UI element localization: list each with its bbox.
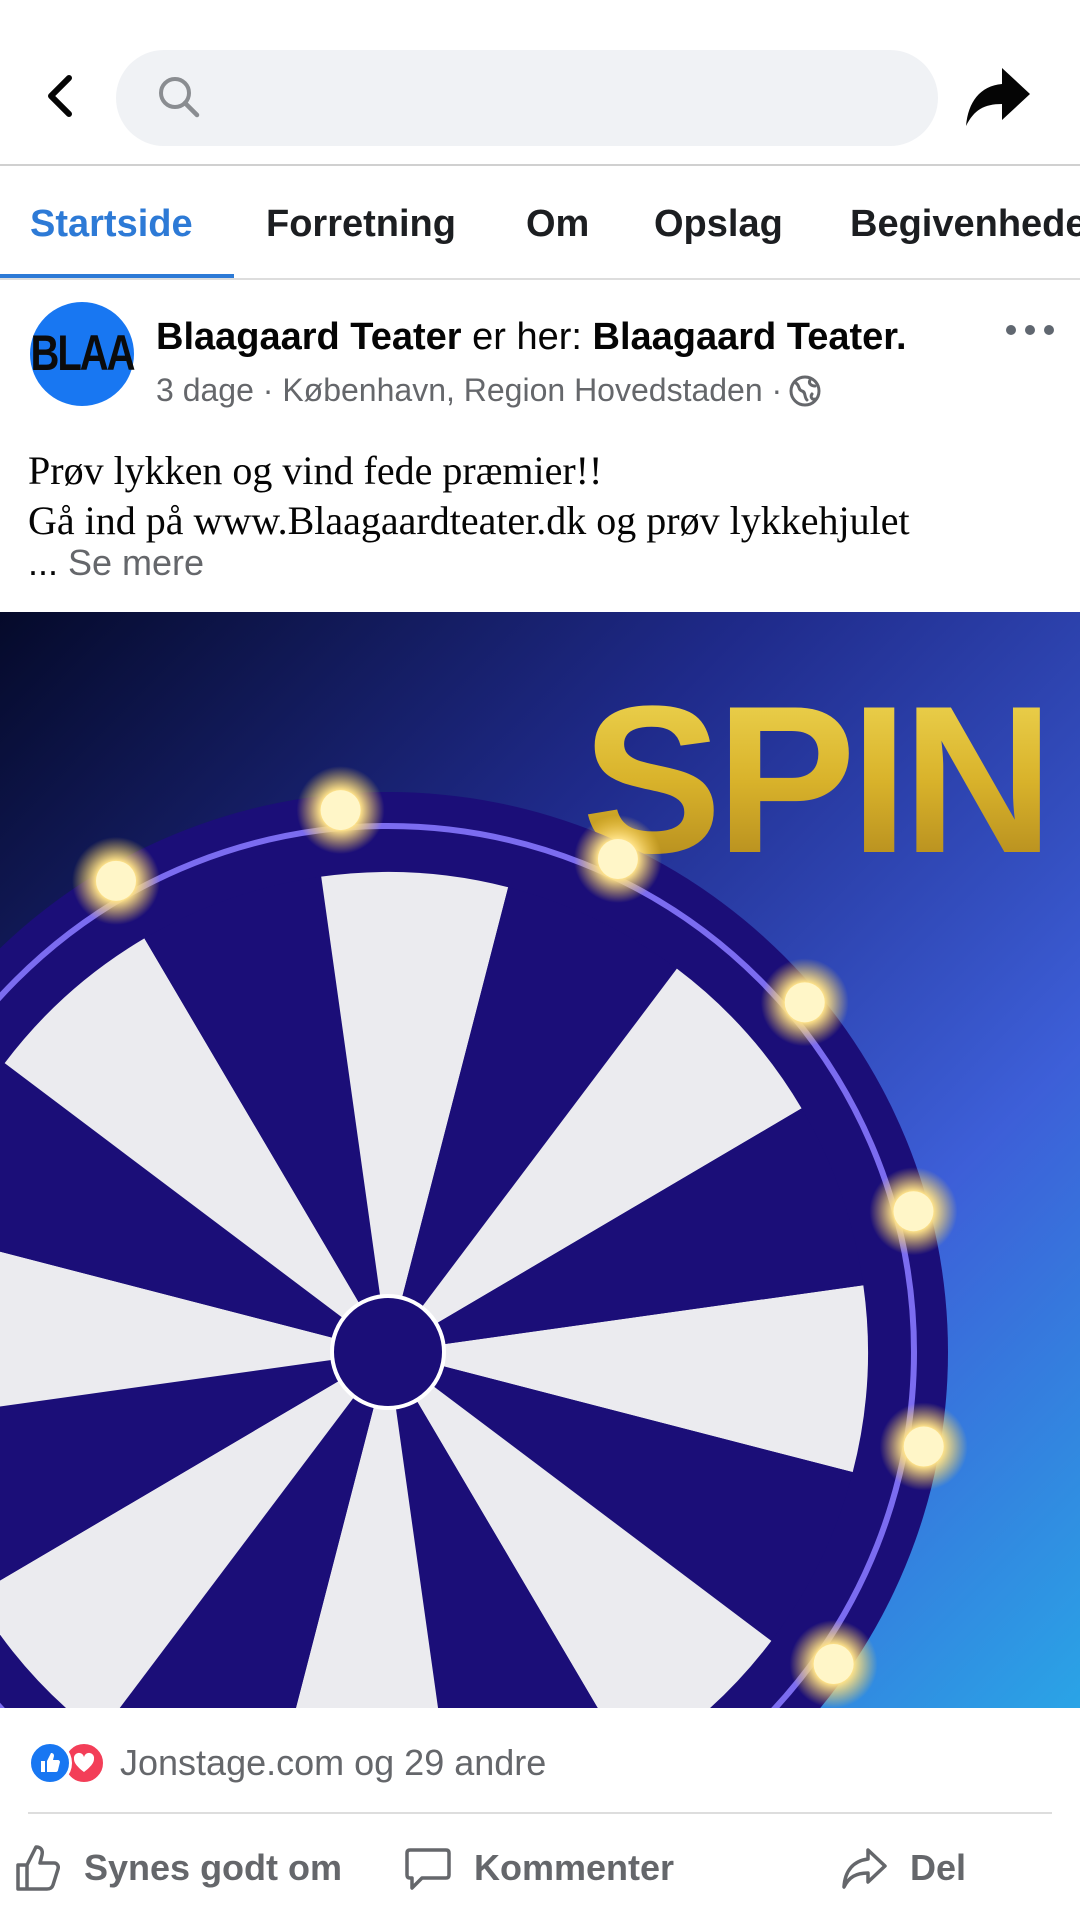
post-meta: 3 dage · København, Region Hovedstaden · bbox=[156, 372, 822, 409]
see-more-link[interactable]: Se mere bbox=[68, 542, 204, 583]
globe-icon bbox=[789, 375, 821, 406]
divider bbox=[28, 1812, 1052, 1814]
dot-icon bbox=[1006, 325, 1016, 335]
post-title: Blaagaard Teater er her: Blaagaard Teate… bbox=[156, 316, 907, 359]
wheel-bulb bbox=[784, 982, 825, 1023]
post-options-button[interactable] bbox=[1006, 318, 1054, 342]
share-arrow-icon bbox=[966, 68, 1030, 126]
location-tag[interactable]: Blaagaard Teater. bbox=[593, 316, 907, 358]
search-box[interactable] bbox=[116, 50, 938, 146]
author-name[interactable]: Blaagaard Teater bbox=[156, 316, 462, 358]
chevron-left-icon bbox=[48, 75, 72, 117]
wheel-bulb bbox=[903, 1426, 944, 1467]
share-label: Del bbox=[910, 1847, 967, 1888]
post-text-line-1: Prøv lykken og vind fede præmier!! bbox=[28, 448, 603, 493]
wheel-bulb bbox=[96, 860, 136, 901]
like-label: Synes godt om bbox=[84, 1847, 343, 1888]
search-icon bbox=[159, 77, 200, 118]
thumbs-up-icon bbox=[16, 1845, 60, 1891]
spin-wheel-image: SPIN bbox=[0, 612, 1080, 1708]
share-icon bbox=[842, 1848, 887, 1889]
wheel-bulb bbox=[893, 1191, 934, 1232]
tab-opslag[interactable]: Opslag bbox=[654, 168, 783, 278]
avatar-logo-text: BLAA bbox=[30, 325, 135, 381]
back-button[interactable] bbox=[36, 62, 84, 130]
like-button[interactable]: Synes godt om bbox=[14, 1838, 342, 1898]
comment-icon bbox=[405, 1848, 451, 1890]
top-bar bbox=[0, 0, 1080, 166]
see-more-line: ... Se mere bbox=[28, 542, 204, 584]
wheel-bulb bbox=[320, 790, 361, 831]
wheel-bulb bbox=[813, 1644, 854, 1685]
comment-label: Kommenter bbox=[474, 1847, 675, 1888]
share-post-button[interactable]: Del bbox=[840, 1838, 966, 1898]
reactions-text: Jonstage.com og 29 andre bbox=[120, 1742, 547, 1783]
tab-om[interactable]: Om bbox=[526, 168, 589, 278]
dot-icon bbox=[1025, 325, 1035, 335]
like-reaction-icon bbox=[28, 1741, 72, 1785]
reactions-summary[interactable]: Jonstage.com og 29 andre bbox=[28, 1738, 546, 1788]
post-text-line-2: Gå ind på www.Blaagaardteater.dk og prøv… bbox=[28, 498, 910, 543]
active-tab-indicator bbox=[0, 274, 234, 278]
share-button[interactable] bbox=[960, 58, 1036, 134]
page-tabs: Startside Forretning Om Opslag Begivenhe… bbox=[0, 168, 1080, 280]
comment-button[interactable]: Kommenter bbox=[404, 1838, 674, 1898]
post-connector: er her: bbox=[461, 316, 593, 358]
wheel-hub bbox=[330, 1294, 446, 1410]
tab-forretning[interactable]: Forretning bbox=[266, 168, 456, 278]
post-meta-text: 3 dage · København, Region Hovedstaden · bbox=[156, 372, 783, 408]
post-text: Prøv lykken og vind fede præmier!! Gå in… bbox=[28, 446, 1058, 546]
tab-startside[interactable]: Startside bbox=[30, 168, 193, 278]
ellipsis: ... bbox=[28, 542, 69, 583]
tab-begivenheder[interactable]: Begivenhede bbox=[850, 168, 1080, 278]
wheel-bulb bbox=[597, 838, 638, 879]
dot-icon bbox=[1044, 325, 1054, 335]
page-avatar[interactable]: BLAA bbox=[30, 302, 136, 406]
search-input[interactable] bbox=[212, 50, 902, 146]
post-image[interactable]: SPIN bbox=[0, 612, 1080, 1708]
